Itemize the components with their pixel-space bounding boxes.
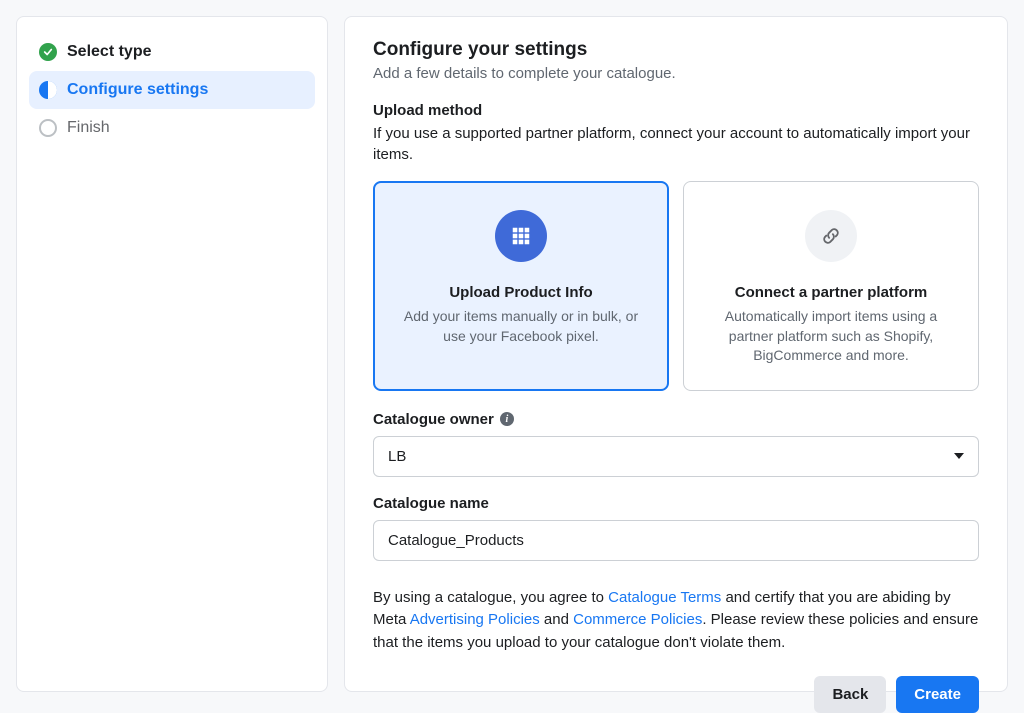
check-icon [39, 43, 57, 61]
step-label: Finish [67, 119, 110, 137]
catalogue-name-input[interactable] [373, 520, 979, 561]
half-circle-icon [39, 81, 57, 99]
main-panel: Configure your settings Add a few detail… [344, 16, 1008, 692]
option-title: Upload Product Info [392, 284, 650, 301]
footer-actions: Back Create [373, 676, 979, 713]
option-connect-partner[interactable]: Connect a partner platform Automatically… [683, 181, 979, 391]
page-subtitle: Add a few details to complete your catal… [373, 65, 979, 82]
option-desc: Add your items manually or in bulk, or u… [392, 307, 650, 346]
terms-text: By using a catalogue, you agree to Catal… [373, 587, 979, 655]
link-advertising-policies[interactable]: Advertising Policies [410, 611, 540, 628]
upload-options: Upload Product Info Add your items manua… [373, 181, 979, 391]
link-icon [805, 210, 857, 262]
step-configure-settings[interactable]: Configure settings [29, 71, 315, 109]
option-desc: Automatically import items using a partn… [702, 307, 960, 366]
link-commerce-policies[interactable]: Commerce Policies [573, 611, 702, 628]
option-upload-product-info[interactable]: Upload Product Info Add your items manua… [373, 181, 669, 391]
sidebar: Select type Configure settings Finish [16, 16, 328, 692]
step-label: Select type [67, 43, 151, 61]
catalogue-owner-select[interactable]: LB [373, 436, 979, 477]
step-select-type[interactable]: Select type [29, 33, 315, 71]
option-title: Connect a partner platform [702, 284, 960, 301]
page-title: Configure your settings [373, 39, 979, 61]
empty-circle-icon [39, 119, 57, 137]
create-button[interactable]: Create [896, 676, 979, 713]
select-value: LB [388, 448, 406, 465]
catalogue-name-label: Catalogue name [373, 495, 979, 512]
grid-icon [495, 210, 547, 262]
back-button[interactable]: Back [814, 676, 886, 713]
caret-down-icon [954, 453, 964, 459]
upload-method-title: Upload method [373, 102, 979, 119]
link-catalogue-terms[interactable]: Catalogue Terms [608, 589, 721, 606]
step-finish[interactable]: Finish [29, 109, 315, 147]
info-icon[interactable]: i [500, 412, 514, 426]
upload-method-desc: If you use a supported partner platform,… [373, 123, 979, 165]
catalogue-owner-label: Catalogue owner i [373, 411, 979, 428]
step-label: Configure settings [67, 81, 208, 99]
